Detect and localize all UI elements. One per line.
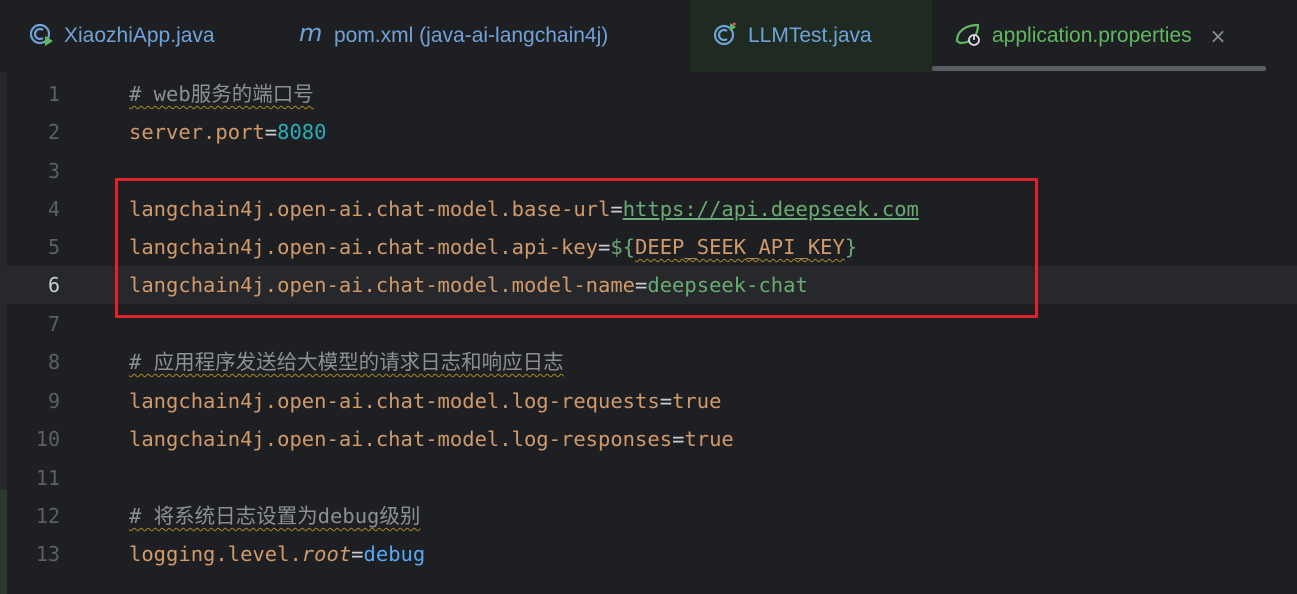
property-value: 8080: [277, 120, 327, 144]
code-line-8[interactable]: 8 # 应用程序发送给大模型的请求日志和响应日志: [0, 343, 1297, 381]
property-key: logging.level.: [129, 542, 302, 566]
comment-text: # 将系统日志设置为debug级别: [129, 504, 421, 528]
comment-text: # web服务的端口号: [129, 82, 314, 106]
comment-text: # 应用程序发送给大模型的请求日志和响应日志: [129, 350, 564, 374]
code-line-9[interactable]: 9 langchain4j.open-ai.chat-model.log-req…: [0, 382, 1297, 420]
line-number: 5: [47, 235, 60, 259]
property-key: langchain4j.open-ai.chat-model.log-reque…: [129, 389, 660, 413]
maven-m-icon: m: [298, 19, 326, 51]
line-content: langchain4j.open-ai.chat-model.log-respo…: [129, 420, 734, 458]
property-value: true: [684, 427, 734, 451]
java-test-class-icon: [712, 21, 738, 51]
code-line-13[interactable]: 13 logging.level.root=debug: [0, 535, 1297, 573]
tab-label: application.properties: [992, 24, 1192, 47]
line-number: 6: [47, 273, 60, 297]
code-line-10[interactable]: 10 langchain4j.open-ai.chat-model.log-re…: [0, 420, 1297, 458]
line-number: 2: [47, 120, 60, 144]
code-line-2[interactable]: 2 server.port=8080: [0, 113, 1297, 151]
line-content: logging.level.root=debug: [129, 535, 425, 573]
line-content: # web服务的端口号: [129, 75, 314, 113]
equals-sign: =: [264, 120, 278, 144]
line-number: 13: [35, 542, 60, 566]
line-content: langchain4j.open-ai.chat-model.log-reque…: [129, 382, 721, 420]
property-key-italic: root: [301, 542, 352, 566]
tab-llmtest-java[interactable]: LLMTest.java: [690, 0, 932, 72]
line-number: 11: [35, 466, 60, 490]
line-number: 7: [47, 312, 60, 336]
line-number: 1: [47, 82, 60, 106]
equals-sign: =: [659, 389, 673, 413]
line-content: server.port=8080: [129, 113, 326, 151]
line-number: 9: [47, 389, 60, 413]
property-key: langchain4j.open-ai.chat-model.log-respo…: [129, 427, 673, 451]
line-number: 4: [47, 197, 60, 221]
line-content: # 应用程序发送给大模型的请求日志和响应日志: [129, 343, 564, 381]
line-content: # 将系统日志设置为debug级别: [129, 497, 420, 535]
tab-label: XiaozhiApp.java: [64, 24, 215, 47]
svg-text:m: m: [299, 21, 322, 47]
line-number: 10: [35, 427, 60, 451]
tab-xiaozhiapp-java[interactable]: XiaozhiApp.java: [28, 0, 215, 72]
equals-sign: =: [351, 542, 364, 566]
tab-application-properties[interactable]: application.properties ×: [954, 0, 1226, 72]
equals-sign: =: [672, 427, 685, 451]
property-value: true: [672, 389, 722, 413]
active-tab-indicator: [932, 66, 1266, 71]
code-line-11[interactable]: 11: [0, 459, 1297, 497]
tab-label: LLMTest.java: [748, 24, 872, 47]
java-run-class-icon: [28, 21, 54, 51]
property-key: server.port: [129, 120, 265, 144]
line-number: 8: [47, 350, 60, 374]
tab-label: pom.xml (java-ai-langchain4j): [334, 24, 609, 47]
line-number: 3: [47, 159, 60, 183]
code-line-1[interactable]: 1 # web服务的端口号: [0, 75, 1297, 113]
line-number: 12: [35, 504, 60, 528]
close-tab-icon[interactable]: ×: [1210, 24, 1227, 48]
tab-pom-xml[interactable]: m pom.xml (java-ai-langchain4j): [298, 0, 608, 72]
highlight-annotation-box: [115, 178, 1038, 318]
spring-leaf-icon: [954, 21, 982, 51]
editor-tab-bar: XiaozhiApp.java m pom.xml (java-ai-langc…: [0, 0, 1297, 73]
property-value: debug: [363, 542, 426, 566]
code-line-12[interactable]: 12 # 将系统日志设置为debug级别: [0, 497, 1297, 535]
